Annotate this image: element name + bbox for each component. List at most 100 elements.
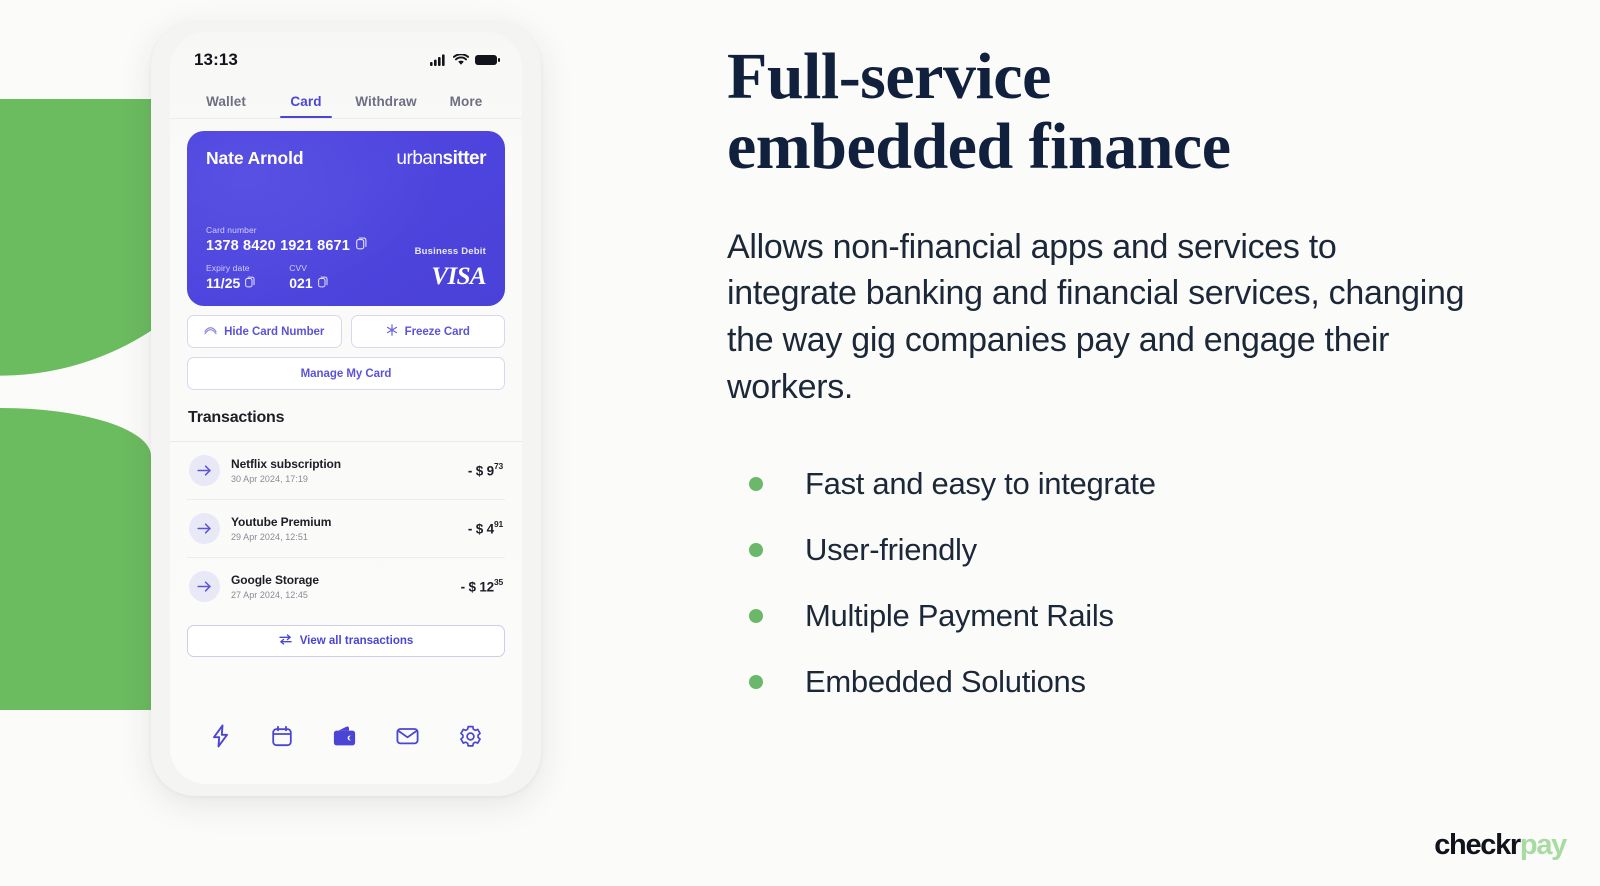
transaction-info: Youtube Premium 29 Apr 2024, 12:51 bbox=[231, 515, 457, 542]
card-details: Card number 1378 8420 1921 8671 Expiry d… bbox=[206, 225, 486, 291]
cvv-text: 021 bbox=[289, 275, 313, 291]
copy-icon[interactable] bbox=[317, 275, 328, 291]
tab-bar: Wallet Card Withdraw More bbox=[170, 88, 522, 118]
copy-icon[interactable] bbox=[356, 237, 367, 254]
transactions-heading: Transactions bbox=[188, 409, 285, 426]
brand-suffix: sitter bbox=[442, 148, 487, 169]
tab-more[interactable]: More bbox=[426, 94, 506, 118]
tab-wallet[interactable]: Wallet bbox=[186, 94, 266, 118]
card-number-value: 1378 8420 1921 8671 bbox=[206, 237, 486, 254]
transaction-date: 30 Apr 2024, 17:19 bbox=[231, 474, 308, 484]
list-item: User-friendly bbox=[749, 532, 1527, 568]
view-all-transactions-button[interactable]: View all transactions bbox=[187, 625, 505, 657]
card-expiry-group: Expiry date 11/25 bbox=[206, 263, 255, 291]
arrow-right-icon bbox=[189, 513, 220, 544]
feature-list: Fast and easy to integrate User-friendly… bbox=[727, 466, 1527, 700]
cardholder-name: Nate Arnold bbox=[206, 148, 304, 168]
logo-dark-part: checkr bbox=[1434, 829, 1521, 861]
green-arc-shape-top bbox=[0, 99, 153, 377]
amount-main: - $ 4 bbox=[467, 521, 494, 537]
freeze-card-button[interactable]: Freeze Card bbox=[350, 315, 505, 348]
lightning-icon[interactable] bbox=[210, 724, 231, 748]
table-row[interactable]: Google Storage 27 Apr 2024, 12:45 - $ 12… bbox=[187, 558, 505, 615]
card-network-group: Business Debit VISA bbox=[414, 246, 487, 291]
headline-line-2: embedded finance bbox=[727, 109, 1231, 183]
amount-cents: 73 bbox=[493, 460, 503, 471]
gear-icon[interactable] bbox=[459, 725, 482, 748]
view-all-transactions-label: View all transactions bbox=[299, 635, 414, 647]
brand-prefix: urban bbox=[396, 148, 443, 169]
arrow-right-icon bbox=[189, 571, 220, 602]
list-item: Multiple Payment Rails bbox=[749, 598, 1527, 634]
calendar-icon[interactable] bbox=[271, 725, 293, 748]
card-actions-row: Hide Card Number Freeze Card bbox=[187, 315, 505, 348]
feature-label: Fast and easy to integrate bbox=[805, 466, 1156, 502]
expiry-value: 11/25 bbox=[206, 275, 255, 291]
virtual-credit-card[interactable]: Nate Arnold urbansitter Card number 1378… bbox=[187, 131, 505, 306]
freeze-card-label: Freeze Card bbox=[404, 325, 470, 338]
status-bar: 13:13 bbox=[170, 32, 522, 88]
phone-screen: 13:13 Wallet Card Withdraw More Nate Arn… bbox=[170, 32, 522, 784]
bullet-dot-icon bbox=[749, 477, 763, 492]
tab-card[interactable]: Card bbox=[266, 94, 346, 118]
copy-icon[interactable] bbox=[245, 275, 255, 291]
card-brand-logo: urbansitter bbox=[396, 148, 486, 170]
tab-withdraw[interactable]: Withdraw bbox=[346, 94, 426, 118]
cvv-label: CVV bbox=[289, 263, 308, 273]
visa-logo: VISA bbox=[431, 263, 486, 290]
card-cvv-group: CVV 021 bbox=[289, 263, 328, 291]
transaction-amount: - $ 491 bbox=[467, 519, 503, 537]
list-item: Fast and easy to integrate bbox=[749, 466, 1527, 502]
bullet-dot-icon bbox=[749, 675, 763, 690]
card-number-text: 1378 8420 1921 8671 bbox=[206, 237, 350, 254]
feature-label: User-friendly bbox=[805, 532, 977, 568]
amount-main: - $ 12 bbox=[460, 579, 495, 595]
status-time: 13:13 bbox=[194, 50, 238, 69]
amount-cents: 35 bbox=[493, 576, 503, 587]
headline-line-1: Full-service bbox=[727, 40, 1051, 113]
transactions-list: Netflix subscription 30 Apr 2024, 17:19 … bbox=[170, 442, 522, 615]
amount-main: - $ 9 bbox=[467, 463, 494, 479]
phone-mockup: 13:13 Wallet Card Withdraw More Nate Arn… bbox=[151, 22, 541, 796]
transaction-amount: - $ 1235 bbox=[460, 576, 504, 595]
card-area: Nate Arnold urbansitter Card number 1378… bbox=[170, 119, 522, 306]
bullet-dot-icon bbox=[749, 543, 763, 558]
transaction-name: Netflix subscription bbox=[231, 457, 342, 471]
cellular-signal-icon bbox=[430, 54, 447, 66]
list-item: Embedded Solutions bbox=[749, 664, 1527, 700]
mail-icon[interactable] bbox=[396, 726, 419, 746]
transaction-name: Youtube Premium bbox=[231, 515, 332, 529]
table-row[interactable]: Youtube Premium 29 Apr 2024, 12:51 - $ 4… bbox=[187, 500, 505, 558]
bottom-navigation bbox=[170, 724, 522, 748]
feature-label: Embedded Solutions bbox=[805, 664, 1086, 700]
card-expiry-cvv: Expiry date 11/25 CVV 021 bbox=[206, 263, 486, 291]
transaction-info: Netflix subscription 30 Apr 2024, 17:19 bbox=[231, 457, 457, 484]
transaction-date: 29 Apr 2024, 12:51 bbox=[231, 532, 308, 542]
expiry-label: Expiry date bbox=[206, 263, 250, 273]
card-type-label: Business Debit bbox=[414, 246, 486, 257]
card-number-label: Card number bbox=[206, 225, 257, 235]
card-actions: Hide Card Number Freeze Card Manage My C… bbox=[170, 306, 522, 390]
transfer-arrows-icon bbox=[279, 634, 292, 648]
manage-my-card-button[interactable]: Manage My Card bbox=[187, 357, 505, 390]
hide-card-number-button[interactable]: Hide Card Number bbox=[187, 315, 342, 348]
status-indicators bbox=[430, 54, 500, 66]
table-row[interactable]: Netflix subscription 30 Apr 2024, 17:19 … bbox=[187, 442, 505, 500]
cvv-value: 021 bbox=[289, 275, 328, 291]
decorative-shapes bbox=[0, 0, 160, 886]
transaction-date: 27 Apr 2024, 12:45 bbox=[231, 590, 308, 600]
wifi-icon bbox=[453, 54, 469, 66]
feature-label: Multiple Payment Rails bbox=[805, 598, 1114, 634]
snowflake-icon bbox=[386, 324, 398, 339]
logo-green-part: pay bbox=[1519, 829, 1567, 861]
eye-off-icon bbox=[204, 325, 217, 339]
page-title: Full-service embedded finance bbox=[727, 0, 1527, 182]
wallet-icon[interactable] bbox=[333, 725, 356, 747]
expiry-text: 11/25 bbox=[206, 275, 241, 291]
battery-icon bbox=[475, 54, 500, 66]
transaction-info: Google Storage 27 Apr 2024, 12:45 bbox=[231, 573, 450, 600]
manage-my-card-label: Manage My Card bbox=[300, 367, 392, 380]
hide-card-number-label: Hide Card Number bbox=[224, 325, 325, 338]
bullet-dot-icon bbox=[749, 609, 763, 624]
body-paragraph: Allows non-financial apps and services t… bbox=[727, 227, 1465, 406]
